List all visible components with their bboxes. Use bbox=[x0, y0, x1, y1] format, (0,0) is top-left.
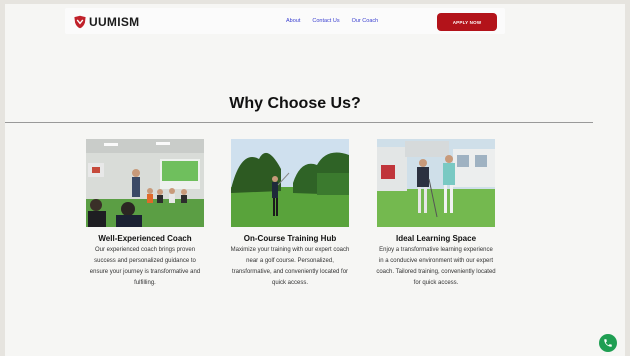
feature-card-coach: Well-Experienced Coach Our experienced c… bbox=[78, 139, 212, 289]
section-divider bbox=[5, 122, 593, 123]
section-title: Why Choose Us? bbox=[229, 95, 361, 112]
feature-card-learning-space: Ideal Learning Space Enjoy a transformat… bbox=[369, 139, 503, 289]
description-line: ensure your journey is transformative an… bbox=[89, 269, 201, 275]
description-line: for quick access. bbox=[413, 280, 459, 286]
coach-guiding-golfer-photo bbox=[377, 139, 495, 227]
description-line: quick access. bbox=[271, 280, 308, 286]
feature-title: On-Course Training Hub bbox=[243, 234, 337, 243]
nav-links: About Contact Us Our Coach bbox=[286, 18, 378, 24]
brand-logo[interactable]: UUMISM bbox=[73, 14, 139, 30]
description-line: success and personalized guidance to bbox=[94, 258, 196, 264]
description-line: Maximize your training with our expert c… bbox=[230, 247, 350, 253]
feature-card-training-hub: On-Course Training Hub Maximize your tra… bbox=[223, 139, 357, 289]
apply-now-button[interactable]: APPLY NOW bbox=[437, 13, 497, 31]
whatsapp-button[interactable] bbox=[599, 334, 617, 352]
navbar: UUMISM About Contact Us Our Coach APPLY … bbox=[65, 8, 505, 34]
nav-link-contact[interactable]: Contact Us bbox=[312, 18, 339, 24]
description-line: in a conducive environment with our expe… bbox=[378, 258, 494, 264]
phone-icon bbox=[604, 339, 612, 347]
feature-description: Maximize your training with our expert c… bbox=[223, 245, 357, 289]
feature-description: Our experienced coach brings proven succ… bbox=[78, 245, 212, 289]
brand-name: UUMISM bbox=[89, 15, 140, 29]
description-line: near a golf course. Personalized, bbox=[246, 258, 334, 264]
classroom-coaching-photo bbox=[86, 139, 204, 227]
feature-title: Well-Experienced Coach bbox=[98, 234, 192, 243]
shield-logo-icon bbox=[74, 15, 86, 29]
nav-link-our-coach[interactable]: Our Coach bbox=[352, 18, 379, 24]
description-line: transformative, and conveniently located… bbox=[231, 269, 349, 275]
description-line: coach. Tailored training, conveniently l… bbox=[376, 269, 496, 275]
nav-link-about[interactable]: About bbox=[286, 18, 300, 24]
feature-title: Ideal Learning Space bbox=[395, 234, 477, 243]
feature-description: Enjoy a transformative learning experien… bbox=[369, 245, 503, 289]
golf-course-swing-photo bbox=[231, 139, 349, 227]
page-frame: UUMISM About Contact Us Our Coach APPLY … bbox=[5, 4, 625, 356]
description-line: Enjoy a transformative learning experien… bbox=[379, 247, 493, 253]
description-line: fulfilling. bbox=[134, 280, 156, 286]
description-line: Our experienced coach brings proven bbox=[94, 247, 196, 253]
